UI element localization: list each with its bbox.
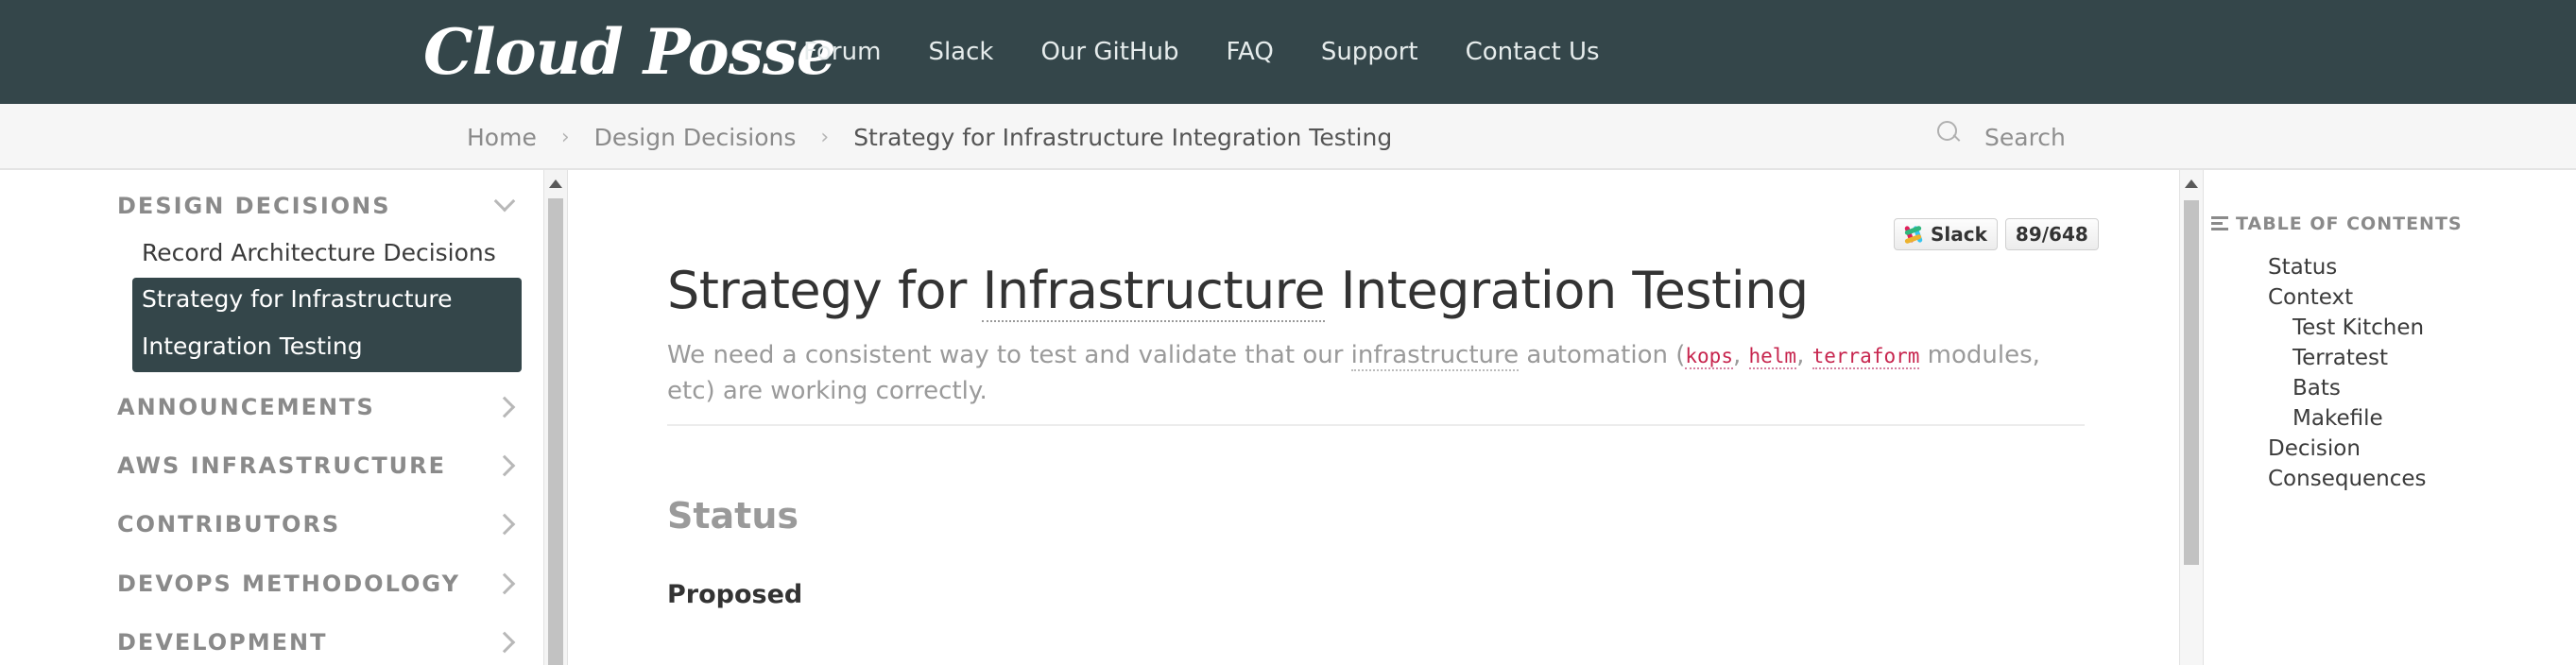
chevron-right-icon xyxy=(493,572,516,595)
lead-comma: , xyxy=(1732,341,1749,369)
toc-heading: TABLE OF CONTENTS xyxy=(2211,213,2463,234)
sidebar-section-label: AWS INFRASTRUCTURE xyxy=(117,452,447,479)
status-heading: Status xyxy=(667,495,799,537)
nav-github-link[interactable]: Our GitHub xyxy=(1040,38,1178,66)
title-abbr-infrastructure: Infrastructure xyxy=(982,261,1325,322)
status-value: Proposed xyxy=(667,580,803,609)
breadcrumb-design-decisions[interactable]: Design Decisions xyxy=(594,124,797,151)
sidebar-scrollbar[interactable] xyxy=(543,170,568,665)
toc-item-decision[interactable]: Decision xyxy=(2268,436,2361,461)
title-text-pre: Strategy for xyxy=(667,261,983,320)
code-terraform[interactable]: terraform xyxy=(1812,345,1920,369)
lead-text-pre: We need a consistent way to test and val… xyxy=(667,341,1351,369)
sidebar-section-development[interactable]: DEVELOPMENT xyxy=(117,623,524,661)
sidebar-section-label: DESIGN DECISIONS xyxy=(117,193,391,219)
code-kops[interactable]: kops xyxy=(1685,345,1733,369)
sidebar-item-active-line2: Integration Testing xyxy=(142,332,363,360)
toc-heading-text: TABLE OF CONTENTS xyxy=(2236,213,2463,234)
breadcrumb-separator-icon: › xyxy=(560,125,570,149)
nav-slack-link[interactable]: Slack xyxy=(928,38,993,66)
nav-forum-link[interactable]: Forum xyxy=(803,38,881,66)
scroll-up-icon[interactable] xyxy=(2185,179,2198,188)
scroll-up-icon[interactable] xyxy=(549,179,562,188)
breadcrumb-current: Strategy for Infrastructure Integration … xyxy=(853,123,1393,151)
sidebar-section-label: DEVELOPMENT xyxy=(117,629,328,656)
top-navbar: Cloud Posse Forum Slack Our GitHub FAQ S… xyxy=(0,0,2576,104)
sidebar-item-active[interactable]: Strategy for Infrastructure Integration … xyxy=(132,278,522,372)
sidebar-section-aws-infrastructure[interactable]: AWS INFRASTRUCTURE xyxy=(117,447,524,485)
toc-item-consequences[interactable]: Consequences xyxy=(2268,467,2427,491)
sidebar-section-contributors[interactable]: CONTRIBUTORS xyxy=(117,505,524,543)
cloud-posse-logo[interactable]: Cloud Posse xyxy=(423,9,836,94)
list-icon xyxy=(2211,216,2228,231)
sidebar-section-label: CONTRIBUTORS xyxy=(117,511,341,537)
search-input[interactable] xyxy=(1984,123,2173,151)
page-title: Strategy for Infrastructure Integration … xyxy=(667,261,1810,322)
breadcrumb-bar: Home › Design Decisions › Strategy for I… xyxy=(0,104,2576,170)
lead-text-mid: automation ( xyxy=(1519,341,1686,369)
chevron-right-icon xyxy=(493,631,516,654)
content-scrollbar-thumb[interactable] xyxy=(2184,200,2199,565)
search-box xyxy=(1937,104,2173,170)
sidebar-scrollbar-thumb[interactable] xyxy=(548,198,563,665)
breadcrumb: Home › Design Decisions › Strategy for I… xyxy=(467,104,1392,170)
title-text-post: Integration Testing xyxy=(1324,261,1810,320)
breadcrumb-separator-icon: › xyxy=(820,125,830,149)
lead-comma: , xyxy=(1796,341,1812,369)
slack-badge-text: Slack xyxy=(1931,223,1987,246)
slack-badge-label[interactable]: Slack xyxy=(1894,218,1998,250)
page-lead: We need a consistent way to test and val… xyxy=(667,338,2085,409)
breadcrumb-home[interactable]: Home xyxy=(467,124,537,151)
nav-support-link[interactable]: Support xyxy=(1321,38,1418,66)
sidebar-item-active-line1: Strategy for Infrastructure xyxy=(142,285,453,313)
slack-badge-count[interactable]: 89/648 xyxy=(2004,218,2099,250)
sidebar-section-label: DEVOPS METHODOLOGY xyxy=(117,571,460,597)
toc-item-status[interactable]: Status xyxy=(2268,255,2337,280)
toc-item-terratest[interactable]: Terratest xyxy=(2293,346,2388,370)
lead-abbr-infrastructure: infrastructure xyxy=(1350,341,1520,371)
slack-icon xyxy=(1904,225,1923,245)
chevron-right-icon xyxy=(493,513,516,536)
chevron-down-icon xyxy=(493,190,516,213)
toc-item-makefile[interactable]: Makefile xyxy=(2293,406,2383,431)
toc-item-bats[interactable]: Bats xyxy=(2293,376,2341,401)
main-nav: Forum Slack Our GitHub FAQ Support Conta… xyxy=(803,0,1647,104)
code-helm[interactable]: helm xyxy=(1748,345,1797,369)
sidebar-section-devops-methodology[interactable]: DEVOPS METHODOLOGY xyxy=(117,565,524,603)
sidebar-item-record-architecture-decisions[interactable]: Record Architecture Decisions xyxy=(142,239,496,266)
sidebar-section-design-decisions[interactable]: DESIGN DECISIONS xyxy=(117,187,524,225)
divider xyxy=(667,424,2085,426)
sidebar: DESIGN DECISIONS Record Architecture Dec… xyxy=(0,170,543,665)
sidebar-section-announcements[interactable]: ANNOUNCEMENTS xyxy=(117,388,524,426)
slack-badge[interactable]: Slack 89/648 xyxy=(1894,218,2099,250)
content-scrollbar[interactable] xyxy=(2179,170,2204,665)
toc-item-test-kitchen[interactable]: Test Kitchen xyxy=(2293,315,2424,340)
chevron-right-icon xyxy=(493,396,516,418)
toc-item-context[interactable]: Context xyxy=(2268,285,2353,310)
nav-contact-link[interactable]: Contact Us xyxy=(1466,38,1600,66)
nav-faq-link[interactable]: FAQ xyxy=(1226,38,1273,66)
search-icon xyxy=(1937,121,1962,145)
chevron-right-icon xyxy=(493,454,516,477)
sidebar-section-label: ANNOUNCEMENTS xyxy=(117,394,375,420)
